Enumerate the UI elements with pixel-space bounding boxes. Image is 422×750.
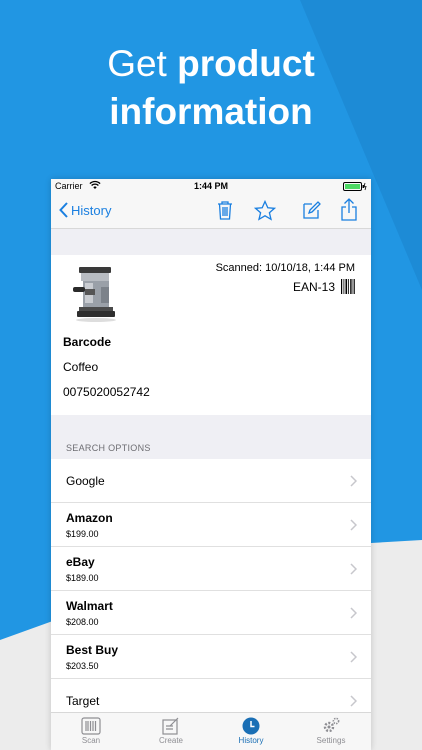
tab-scan[interactable]: Scan — [51, 713, 131, 750]
chevron-right-icon — [350, 695, 357, 707]
chevron-right-icon — [350, 475, 357, 487]
search-row-label: Target — [66, 694, 100, 708]
headline-bold-1: product — [177, 43, 315, 84]
share-icon[interactable] — [340, 198, 358, 222]
create-icon — [162, 717, 179, 735]
product-card: Scanned: 10/10/18, 1:44 PM EAN-13 Barcod… — [51, 255, 371, 415]
tab-label: Create — [158, 736, 183, 745]
search-row-walmart[interactable]: Walmart $208.00 — [51, 591, 371, 635]
navigation-bar: History — [51, 193, 371, 229]
back-label: History — [71, 202, 112, 218]
barcode-scan-icon — [81, 717, 101, 735]
headline-light: Get — [107, 43, 167, 84]
code-type-label: EAN-13 — [292, 279, 335, 294]
headline-bold-2: information — [109, 91, 313, 132]
search-row-label: Google — [66, 474, 105, 488]
tab-label: Settings — [316, 736, 346, 745]
chevron-left-icon — [59, 202, 68, 218]
tab-create[interactable]: Create — [131, 713, 211, 750]
phone-screen: Carrier 1:44 PM History Scanned: 10/10/1… — [51, 179, 371, 750]
search-row-label: Best Buy — [66, 643, 119, 657]
section-title: SEARCH OPTIONS — [66, 443, 151, 453]
star-icon[interactable] — [254, 200, 276, 221]
battery-icon — [343, 182, 367, 191]
trash-icon[interactable] — [216, 200, 234, 220]
search-row-price: $203.50 — [66, 661, 99, 671]
product-type: Barcode — [63, 335, 112, 349]
chevron-right-icon — [350, 563, 357, 575]
product-image — [73, 267, 116, 322]
tab-history[interactable]: History — [211, 713, 291, 750]
status-time: 1:44 PM — [193, 181, 228, 191]
code-type: EAN-13 — [293, 279, 355, 294]
search-row-label: Walmart — [66, 599, 113, 613]
scanned-date: Scanned: 10/10/18, 1:44 PM — [215, 262, 355, 274]
search-row-label: Amazon — [66, 511, 113, 525]
headline: Get product information — [0, 40, 422, 136]
back-button[interactable]: History — [59, 202, 111, 218]
product-code: 0075020052742 — [63, 385, 150, 399]
tab-label: History — [238, 736, 264, 745]
barcode-icon — [341, 279, 355, 294]
tab-settings[interactable]: Settings — [291, 713, 371, 750]
search-row-ebay[interactable]: eBay $189.00 — [51, 547, 371, 591]
tab-bar: Scan Create History Settings — [51, 712, 371, 750]
chevron-right-icon — [350, 519, 357, 531]
gear-icon — [323, 717, 340, 733]
edit-icon[interactable] — [302, 200, 322, 220]
search-row-amazon[interactable]: Amazon $199.00 — [51, 503, 371, 547]
clock-icon — [242, 717, 260, 735]
search-row-best-buy[interactable]: Best Buy $203.50 — [51, 635, 371, 679]
chevron-right-icon — [350, 607, 357, 619]
search-row-price: $189.00 — [66, 573, 99, 583]
status-bar: Carrier 1:44 PM — [51, 179, 371, 193]
search-row-label: eBay — [66, 555, 95, 569]
search-row-price: $208.00 — [66, 617, 99, 627]
spacer-band — [51, 229, 371, 255]
search-row-google[interactable]: Google — [51, 459, 371, 503]
product-name: Coffeo — [63, 360, 99, 374]
chevron-right-icon — [350, 651, 357, 663]
tab-label: Scan — [81, 736, 101, 745]
search-row-price: $199.00 — [66, 529, 99, 539]
search-options-header: SEARCH OPTIONS — [51, 415, 371, 459]
